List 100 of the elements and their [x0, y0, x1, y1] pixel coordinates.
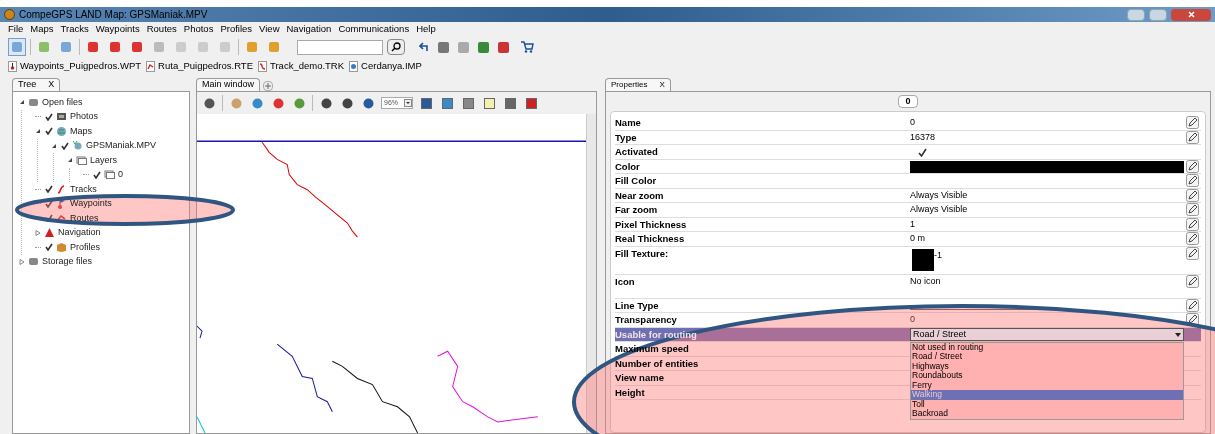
- tree-item[interactable]: Waypoints: [70, 197, 112, 211]
- edit-button[interactable]: [1186, 174, 1199, 187]
- layer-name-label: 0: [898, 95, 918, 108]
- menu-item[interactable]: Tracks: [60, 21, 89, 37]
- texture-swatch: [912, 248, 934, 271]
- tool-icon: [476, 40, 490, 54]
- toolbar-button[interactable]: [439, 95, 455, 111]
- edit-button[interactable]: [1186, 217, 1199, 231]
- checkbox[interactable]: [92, 170, 101, 180]
- property-value: 0: [910, 116, 915, 130]
- tool-icon: [482, 96, 496, 110]
- toolbar-button[interactable]: [495, 39, 511, 55]
- property-value: No icon: [910, 274, 941, 288]
- dropdown-option[interactable]: Roundabouts: [911, 371, 1183, 381]
- main-window-tab[interactable]: Main window: [196, 78, 261, 91]
- menu-item[interactable]: Photos: [183, 21, 214, 37]
- toolbar-button[interactable]: [418, 95, 434, 111]
- menu-item[interactable]: File: [8, 21, 24, 37]
- dropdown-option[interactable]: Backroad: [911, 409, 1183, 419]
- edit-button[interactable]: [1186, 313, 1199, 326]
- edit-button[interactable]: [1186, 159, 1199, 173]
- dropdown-option[interactable]: Road / Street: [911, 352, 1183, 362]
- menu-item[interactable]: Maps: [30, 21, 54, 37]
- edit-button[interactable]: [1186, 246, 1199, 260]
- tool-icon: [130, 40, 144, 54]
- edit-button[interactable]: [1186, 130, 1199, 144]
- tree-item[interactable]: Open files: [42, 95, 83, 109]
- toolbar-button[interactable]: [435, 39, 451, 55]
- menu-item[interactable]: View: [259, 21, 280, 37]
- tree-item[interactable]: Navigation: [58, 226, 101, 240]
- close-tab-button[interactable]: X: [659, 79, 665, 91]
- photo-icon: [56, 111, 67, 123]
- tree-item[interactable]: Maps: [70, 124, 92, 138]
- property-label: Color: [615, 159, 641, 174]
- tree-item[interactable]: GPSManiak.MPV: [86, 139, 157, 153]
- tree-tab[interactable]: Tree X: [12, 78, 61, 91]
- menu-item[interactable]: Help: [416, 21, 436, 37]
- undo-button[interactable]: [417, 40, 431, 54]
- menu-item[interactable]: Waypoints: [95, 21, 140, 37]
- search-button[interactable]: [387, 39, 405, 55]
- tree-item[interactable]: Storage files: [42, 255, 93, 269]
- property-label: Pixel Thickness: [615, 217, 688, 232]
- tree-item[interactable]: Layers: [90, 153, 117, 167]
- shop-button[interactable]: [519, 39, 535, 55]
- folder-icon: [28, 96, 39, 108]
- close-tab-button[interactable]: X: [48, 78, 55, 92]
- pencil-icon: [1186, 217, 1199, 231]
- properties-tab[interactable]: Properties X: [605, 78, 671, 91]
- checkbox[interactable]: [44, 112, 53, 122]
- toolbar-button[interactable]: [481, 95, 497, 111]
- file-tab[interactable]: Ruta_Puigpedros.RTE: [158, 58, 253, 74]
- edit-button[interactable]: [1186, 203, 1199, 216]
- tool-icon: [174, 40, 188, 54]
- close-button[interactable]: [1171, 8, 1211, 21]
- checkbox[interactable]: [44, 213, 53, 223]
- checkbox[interactable]: [917, 146, 928, 158]
- tool-icon: [496, 40, 510, 54]
- checkbox[interactable]: [44, 126, 53, 136]
- tool-icon: [59, 40, 73, 54]
- edit-button[interactable]: [1186, 116, 1199, 129]
- tool-icon: [419, 96, 433, 110]
- tree-item[interactable]: Photos: [70, 110, 99, 124]
- checkbox[interactable]: [44, 242, 53, 252]
- file-tab[interactable]: Cerdanya.IMP: [361, 58, 422, 74]
- menu-item[interactable]: Navigation: [286, 21, 332, 37]
- checkbox[interactable]: [44, 199, 53, 209]
- tree-item[interactable]: Tracks: [70, 182, 97, 196]
- tree-item[interactable]: 0: [118, 168, 123, 182]
- dropdown-option[interactable]: Ferry: [911, 380, 1183, 390]
- edit-button[interactable]: [1186, 232, 1199, 245]
- triangle-icon: [44, 227, 55, 239]
- file-tab[interactable]: Waypoints_Puigpedros.WPT: [20, 58, 142, 74]
- dropdown-option[interactable]: Highways: [911, 361, 1183, 371]
- toolbar-button[interactable]: [502, 95, 518, 111]
- tree-item[interactable]: Profiles: [70, 240, 100, 254]
- tool-icon: [218, 40, 232, 54]
- toolbar-button[interactable]: [475, 39, 491, 55]
- checkbox[interactable]: [44, 184, 53, 194]
- menu-item[interactable]: Communications: [338, 21, 410, 37]
- menu-item[interactable]: Routes: [146, 21, 177, 37]
- property-label: Real Thickness: [615, 232, 686, 246]
- toolbar-button[interactable]: [460, 95, 476, 111]
- search-field[interactable]: [297, 39, 383, 55]
- routing-dropdown[interactable]: Road / Street: [910, 328, 1184, 341]
- scrollbar[interactable]: [586, 114, 596, 433]
- dropdown-option[interactable]: Not used in routing: [911, 342, 1183, 352]
- menu-item[interactable]: Profiles: [220, 21, 253, 37]
- edit-button[interactable]: [1186, 274, 1199, 288]
- close-icon: [1187, 11, 1195, 18]
- edit-button[interactable]: [1186, 188, 1199, 202]
- checkbox[interactable]: [60, 141, 69, 151]
- toolbar-button[interactable]: [523, 95, 539, 111]
- check-icon: [44, 243, 53, 252]
- property-value: -1: [934, 248, 942, 262]
- property-label: Activated: [615, 145, 659, 159]
- dropdown-option[interactable]: Toll: [911, 399, 1183, 409]
- tool-icon: [461, 96, 475, 110]
- tree-item[interactable]: Routes: [70, 211, 99, 225]
- edit-button[interactable]: [1186, 298, 1199, 312]
- file-tab[interactable]: Track_demo.TRK: [270, 58, 345, 74]
